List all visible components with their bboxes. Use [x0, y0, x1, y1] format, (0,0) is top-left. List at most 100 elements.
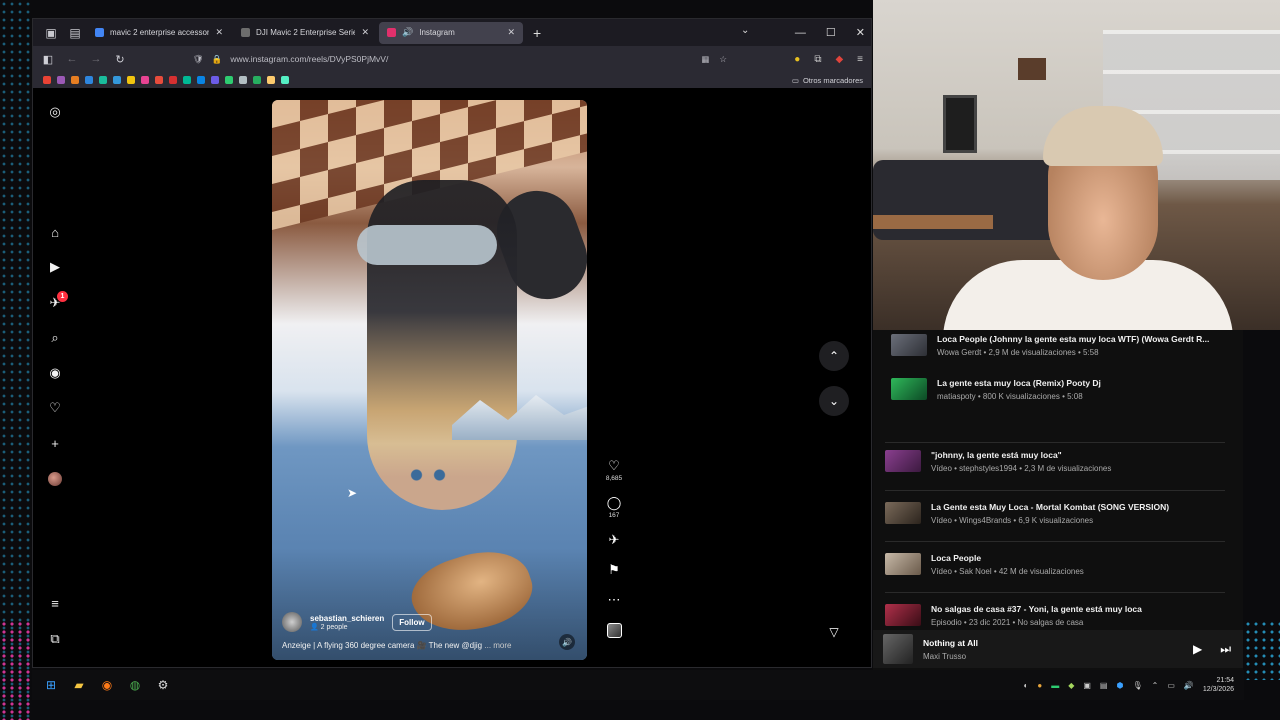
comment-icon[interactable]: ◯ — [607, 496, 622, 510]
list-item[interactable]: La Gente esta Muy Loca - Mortal Kombat (… — [885, 502, 1225, 525]
list-all-tabs-icon[interactable]: ⌄ — [741, 25, 749, 36]
video-thumbnail[interactable] — [891, 378, 927, 400]
bookmark-icon[interactable] — [85, 76, 93, 84]
extension-dot-icon[interactable]: ● — [794, 54, 800, 65]
tray-app-icon[interactable]: ◐ — [1024, 681, 1029, 690]
save-action[interactable]: ⚑ — [608, 563, 620, 577]
now-playing-title[interactable]: Nothing at All — [923, 638, 978, 648]
video-title[interactable]: No salgas de casa #37 - Yoni, la gente e… — [931, 604, 1221, 614]
app-icon[interactable]: ⚙ — [154, 676, 172, 694]
firefox-icon[interactable]: ◉ — [98, 676, 116, 694]
video-title[interactable]: "johnny, la gente está muy loca" — [931, 450, 1221, 460]
reader-view-icon[interactable]: ▦ — [701, 54, 709, 65]
audio-thumbnail[interactable] — [606, 623, 622, 638]
video-thumbnail[interactable] — [885, 604, 921, 626]
share-action[interactable]: ✈ — [609, 533, 620, 547]
extensions-icon[interactable]: ⧉ — [814, 54, 821, 65]
volume-icon[interactable]: 🔊 — [1184, 681, 1194, 690]
messages-float-icon[interactable]: ▽ — [821, 619, 847, 645]
tab-1[interactable]: DJI Mavic 2 Enterprise Series Pa ✕ — [233, 22, 377, 44]
tray-app-icon[interactable]: ⬢ — [1116, 681, 1123, 690]
video-thumbnail[interactable] — [885, 553, 921, 575]
bookmark-icon[interactable] — [253, 76, 261, 84]
clock[interactable]: 21:54 12/3/2026 — [1203, 676, 1234, 694]
mini-player[interactable]: Nothing at All Maxi Trusso ▶ ⏭ — [873, 630, 1243, 668]
comment-action[interactable]: ◯ 167 — [607, 496, 622, 520]
reels-icon[interactable]: ▶ — [47, 259, 63, 275]
now-playing-thumbnail[interactable] — [883, 634, 913, 664]
follow-button[interactable]: Follow — [392, 613, 432, 631]
also-from-meta-icon[interactable]: ⧉ — [47, 631, 63, 647]
tray-app-icon[interactable]: ▤ — [1100, 681, 1108, 690]
video-title[interactable]: Loca People (Johnny la gente esta muy lo… — [937, 334, 1227, 344]
bookmark-icon[interactable] — [281, 76, 289, 84]
bookmark-icon[interactable]: ⚑ — [608, 563, 620, 577]
extension-badge-icon[interactable]: ◆ — [835, 54, 843, 65]
address-bar[interactable]: 🛡 🔒 www.instagram.com/reels/DVyPS0PjMvV/… — [193, 49, 727, 69]
file-explorer-icon[interactable]: ▰ — [70, 676, 88, 694]
list-item[interactable]: Loca People Vídeo • Sak Noel • 42 M de vi… — [885, 553, 1225, 576]
video-title[interactable]: La gente esta muy loca (Remix) Pooty Dj — [937, 378, 1227, 388]
chrome-icon[interactable]: ◍ — [126, 676, 144, 694]
bookmark-icon[interactable] — [127, 76, 135, 84]
tray-app-icon[interactable]: ◆ — [1068, 681, 1074, 690]
play-icon[interactable]: ▶ — [1193, 642, 1202, 657]
previous-reel-button[interactable]: ⌃ — [819, 341, 849, 371]
video-title[interactable]: La Gente esta Muy Loca - Mortal Kombat (… — [931, 502, 1221, 512]
author-username[interactable]: sebastian_schieren — [310, 614, 384, 623]
heart-icon[interactable]: ♡ — [608, 459, 620, 473]
close-tab-icon[interactable]: ✕ — [507, 27, 515, 38]
audio-action[interactable] — [606, 623, 622, 638]
video-thumbnail[interactable] — [885, 502, 921, 524]
bookmark-icon[interactable] — [99, 76, 107, 84]
windows-start-icon[interactable]: ⊞ — [42, 676, 60, 694]
app-menu-icon[interactable]: ≡ — [857, 54, 863, 65]
close-window-icon[interactable]: ✕ — [856, 26, 865, 39]
bookmark-icon[interactable] — [57, 76, 65, 84]
reel-video[interactable]: sebastian_schieren 👤 2 people Follow Anz… — [272, 100, 587, 660]
bookmark-gmail-icon[interactable] — [43, 76, 51, 84]
close-tab-icon[interactable]: ✕ — [215, 27, 223, 38]
other-bookmarks[interactable]: ▭ Otros marcadores — [792, 76, 863, 85]
home-icon[interactable]: ⌂ — [47, 224, 63, 240]
next-reel-button[interactable]: ⌄ — [819, 386, 849, 416]
collab-label[interactable]: 2 people — [321, 624, 348, 631]
tray-app-icon[interactable]: ▬ — [1051, 681, 1059, 690]
volume-icon[interactable]: 🔊 — [559, 634, 575, 650]
list-item[interactable]: Loca People (Johnny la gente esta muy lo… — [891, 334, 1231, 357]
share-icon[interactable]: ✈ — [609, 533, 620, 547]
tab-groups-icon[interactable]: ▤ — [63, 21, 87, 45]
bookmark-icon[interactable] — [113, 76, 121, 84]
video-thumbnail[interactable] — [891, 334, 927, 356]
bookmark-star-icon[interactable]: ☆ — [719, 54, 727, 65]
more-options-icon[interactable]: ⋯ — [608, 593, 621, 607]
bookmark-icon[interactable] — [155, 76, 163, 84]
tray-app-icon[interactable]: ▣ — [1083, 681, 1091, 690]
audio-playing-icon[interactable]: 🔊 — [402, 27, 413, 38]
bookmark-icon[interactable] — [211, 76, 219, 84]
tab-overview-icon[interactable]: ▣ — [39, 21, 63, 45]
microphone-icon[interactable]: 🎙 — [1132, 681, 1142, 690]
bookmark-icon[interactable] — [169, 76, 177, 84]
like-action[interactable]: ♡ 8,685 — [606, 459, 622, 483]
network-icon[interactable]: ▭ — [1167, 681, 1175, 690]
video-thumbnail[interactable] — [885, 450, 921, 472]
author-avatar[interactable] — [282, 612, 302, 632]
lock-icon[interactable]: 🔒 — [212, 54, 223, 65]
now-playing-artist[interactable]: Maxi Trusso — [923, 652, 978, 661]
chevron-up-icon[interactable]: ⌃ — [1152, 681, 1159, 690]
bookmark-icon[interactable] — [183, 76, 191, 84]
profile-link[interactable] — [47, 471, 63, 487]
maximize-icon[interactable]: ☐ — [826, 26, 836, 39]
tab-0[interactable]: mavic 2 enterprise accessories ✕ — [87, 22, 231, 44]
search-icon[interactable]: ⌕ — [47, 330, 63, 346]
close-tab-icon[interactable]: ✕ — [361, 27, 369, 38]
more-options-action[interactable]: ⋯ — [608, 593, 621, 607]
bookmark-icon[interactable] — [197, 76, 205, 84]
minimize-icon[interactable]: — — [795, 27, 806, 39]
explore-icon[interactable]: ◉ — [47, 365, 63, 381]
create-icon[interactable]: + — [47, 435, 63, 451]
bookmark-icon[interactable] — [71, 76, 79, 84]
bookmark-icon[interactable] — [141, 76, 149, 84]
bookmark-icon[interactable] — [225, 76, 233, 84]
